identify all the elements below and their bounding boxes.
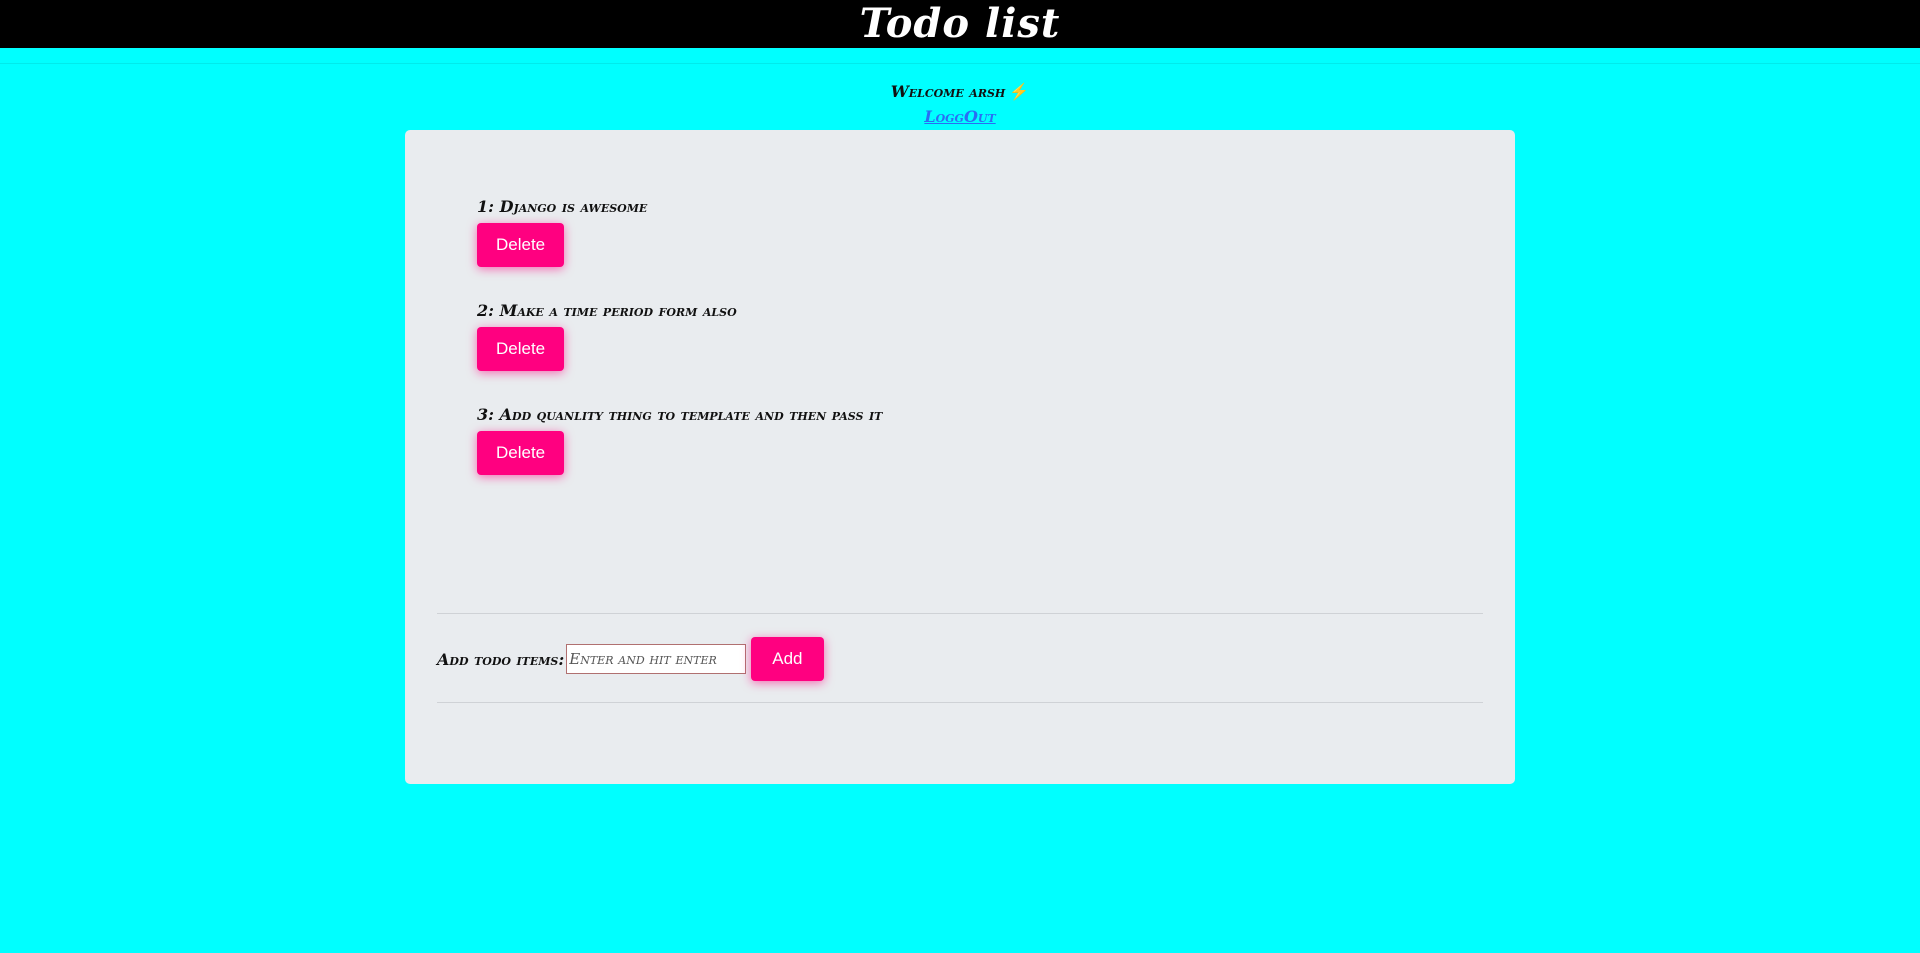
todo-item: 3: Add quanlity thing to template and th… [477,403,882,507]
form-divider-top [437,613,1483,614]
welcome-text: Welcome arsh [890,82,1006,101]
logout-link[interactable]: LoggOut [924,107,995,126]
add-todo-input[interactable] [566,644,747,674]
todo-text: 3: Add quanlity thing to template and th… [477,405,883,424]
add-button[interactable]: Add [751,637,824,681]
welcome-message: Welcome arsh ⚡ [0,82,1920,101]
todo-card: 1: Django is awesome Delete 2: Make a ti… [405,130,1515,784]
todo-item: 1: Django is awesome Delete [477,195,882,299]
form-divider-bottom [437,702,1483,703]
page-title: Todo list [859,0,1061,47]
todo-text: 2: Make a time period form also [477,301,737,320]
todo-list: 1: Django is awesome Delete 2: Make a ti… [477,195,882,507]
todo-text: 1: Django is awesome [477,197,648,216]
delete-button[interactable]: Delete [477,431,565,475]
todo-item: 2: Make a time period form also Delete [477,299,882,403]
app-header: Todo list [0,0,1920,48]
add-todo-form: Add todo items: Add [437,637,824,681]
header-divider [0,63,1920,64]
lightning-bolt-icon: ⚡ [1009,82,1030,101]
add-todo-label: Add todo items: [437,649,565,669]
logout-container: LoggOut [0,107,1920,126]
delete-button[interactable]: Delete [477,327,565,371]
delete-button[interactable]: Delete [477,223,565,267]
